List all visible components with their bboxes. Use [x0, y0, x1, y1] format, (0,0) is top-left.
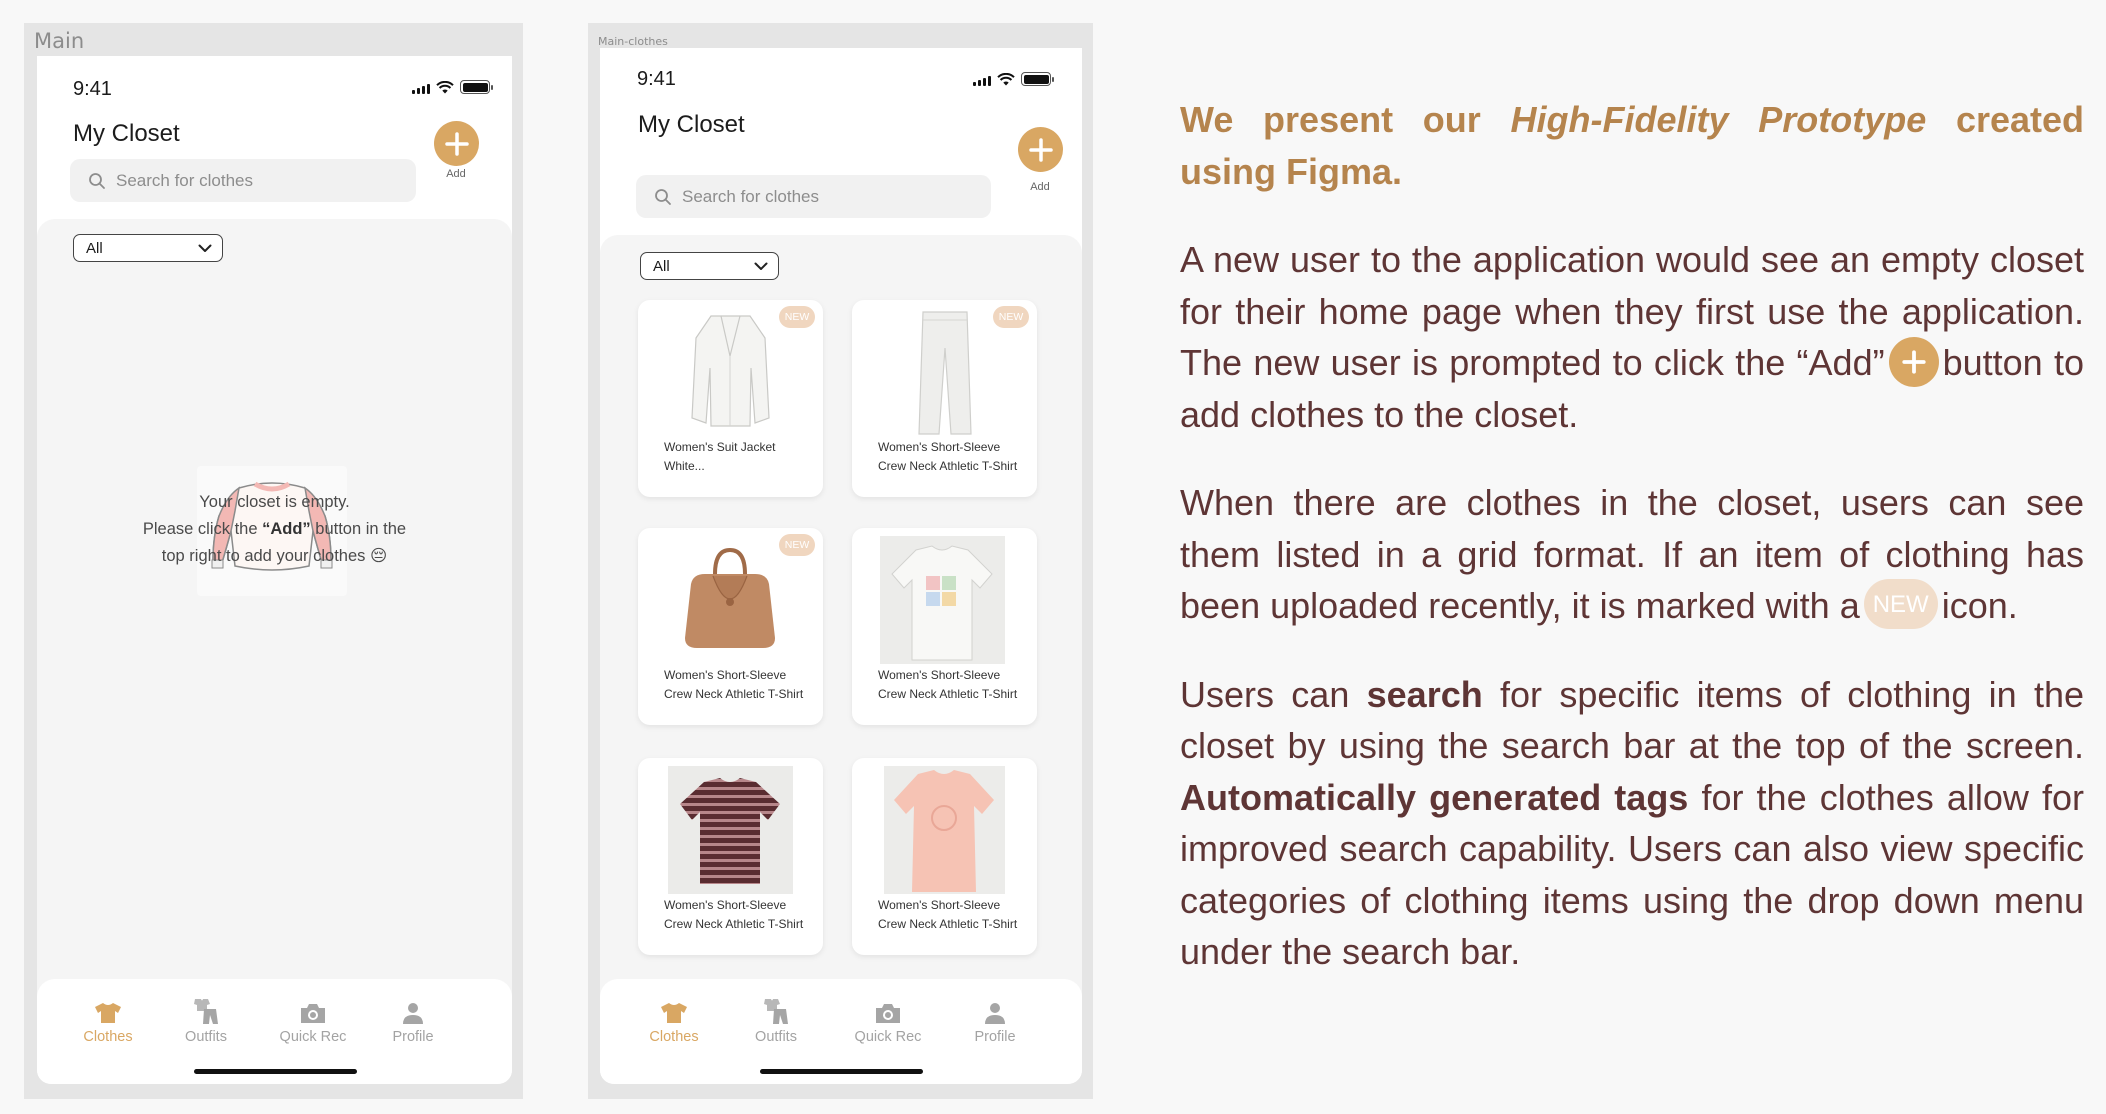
- card-label: Women's Suit Jacket White...: [664, 440, 776, 473]
- outfit-icon: [764, 999, 788, 1024]
- camera-icon: [301, 1004, 325, 1023]
- clothing-card[interactable]: Women's Short-Sleeve Crew Neck Athletic …: [638, 528, 823, 725]
- tan-handbag-image: [663, 536, 798, 664]
- chevron-down-icon: [754, 262, 768, 270]
- search-icon: [89, 172, 105, 189]
- wifi-icon: [436, 81, 454, 94]
- add-button[interactable]: [1018, 127, 1063, 172]
- add-button[interactable]: [434, 121, 479, 166]
- category-dropdown[interactable]: All: [640, 252, 779, 280]
- frame-label: Main: [34, 29, 85, 53]
- signal-icon: [973, 76, 991, 86]
- battery-icon: [1021, 72, 1054, 86]
- camera-icon: [876, 1004, 900, 1023]
- frame-main: Main 9:41 My Closet Add Search for cloth…: [24, 23, 523, 1099]
- search-input[interactable]: Search for clothes: [70, 159, 416, 202]
- tab-clothes[interactable]: Clothes: [63, 995, 153, 1045]
- tab-quick-rec[interactable]: Quick Rec: [843, 995, 933, 1045]
- person-icon: [403, 1003, 423, 1024]
- search-placeholder: Search for clothes: [116, 170, 254, 190]
- intro-paragraph: We present our High-Fidelity Prototype c…: [1180, 99, 2085, 192]
- search-input[interactable]: Search for clothes: [636, 175, 991, 218]
- white-blazer-image: [663, 308, 798, 436]
- clothing-card[interactable]: Women's Suit Jacket White... NEW: [638, 300, 823, 497]
- plus-icon: [444, 131, 469, 156]
- striped-tee-image: [668, 766, 793, 894]
- frame-main-clothes: Main-clothes 9:41 My Closet Add Search f…: [588, 23, 1093, 1099]
- clothing-card[interactable]: Women's Short-Sleeve Crew Neck Athletic …: [852, 300, 1037, 497]
- tab-bar: Clothes Outfits Quick Rec Profile: [600, 979, 1082, 1084]
- closet-content: All Women's Suit Jacket White... NEW Wom…: [600, 235, 1082, 1084]
- card-label: Women's Short-Sleeve Crew Neck Athletic …: [878, 898, 1018, 931]
- status-time: 9:41: [637, 68, 676, 90]
- clothing-card[interactable]: Women's Short-Sleeve Crew Neck Athletic …: [852, 528, 1037, 725]
- new-badge-icon: NEW: [1863, 579, 1938, 630]
- tab-outfits[interactable]: Outfits: [731, 995, 821, 1045]
- category-dropdown[interactable]: All: [73, 234, 223, 262]
- home-indicator: [760, 1069, 923, 1074]
- dropdown-value: All: [653, 257, 670, 275]
- signal-icon: [412, 84, 430, 94]
- white-trousers-image: [877, 308, 1012, 436]
- tab-profile[interactable]: Profile: [368, 995, 458, 1045]
- new-badge: NEW: [779, 534, 815, 556]
- shirt-icon: [95, 1003, 121, 1023]
- status-bar: 9:41: [37, 56, 512, 106]
- card-label: Women's Short-Sleeve Crew Neck Athletic …: [664, 898, 804, 931]
- plus-icon: [1888, 337, 1939, 388]
- description-panel: We present our High-Fidelity Prototype c…: [1180, 94, 2084, 1015]
- add-label: Add: [1030, 181, 1050, 193]
- page-title: My Closet: [638, 111, 745, 138]
- empty-line-3: top right to add your clothes 😔: [161, 547, 388, 565]
- card-label: Women's Short-Sleeve Crew Neck Athletic …: [878, 440, 1018, 473]
- add-label: Add: [446, 168, 466, 180]
- pink-tee-dress-image: [884, 766, 1005, 894]
- card-label: Women's Short-Sleeve Crew Neck Athletic …: [878, 668, 1018, 701]
- search-paragraph: Users can search for specific items of c…: [1180, 673, 2085, 973]
- printed-tee-image: [880, 536, 1005, 664]
- frame-label: Main-clothes: [598, 35, 668, 48]
- new-badge: NEW: [779, 306, 815, 328]
- chevron-down-icon: [198, 244, 212, 252]
- dropdown-value: All: [86, 239, 103, 257]
- closet-content: All Your closet is empty. Please click t…: [37, 219, 512, 1084]
- page-title: My Closet: [73, 120, 180, 147]
- status-bar: 9:41: [600, 48, 1082, 98]
- empty-state-message: Your closet is empty. Please click the “…: [97, 489, 452, 570]
- wifi-icon: [997, 73, 1015, 86]
- plus-icon: [1028, 137, 1053, 162]
- clothing-card[interactable]: Women's Short-Sleeve Crew Neck Athletic …: [638, 758, 823, 955]
- battery-icon: [460, 80, 493, 94]
- shirt-icon: [661, 1003, 687, 1023]
- card-label: Women's Short-Sleeve Crew Neck Athletic …: [664, 668, 804, 701]
- empty-line-2: Please click the “Add” button in the: [142, 520, 407, 538]
- tab-clothes[interactable]: Clothes: [629, 995, 719, 1045]
- grid-paragraph: When there are clothes in the closet, us…: [1180, 477, 2084, 632]
- empty-closet-paragraph: A new user to the application would see …: [1180, 239, 2084, 435]
- tab-profile[interactable]: Profile: [950, 995, 1040, 1045]
- empty-line-1: Your closet is empty.: [199, 493, 350, 511]
- person-icon: [985, 1003, 1005, 1024]
- tab-quick-rec[interactable]: Quick Rec: [268, 995, 358, 1045]
- tab-outfits[interactable]: Outfits: [161, 995, 251, 1045]
- phone-screen-empty: 9:41 My Closet Add Search for clothes Al…: [37, 56, 512, 1084]
- status-time: 9:41: [73, 78, 112, 100]
- tab-bar: Clothes Outfits Quick Rec Profile: [37, 979, 512, 1084]
- phone-screen-grid: 9:41 My Closet Add Search for clothes Al…: [600, 48, 1082, 1084]
- home-indicator: [193, 1069, 357, 1074]
- search-placeholder: Search for clothes: [682, 186, 820, 206]
- outfit-icon: [194, 999, 218, 1024]
- search-icon: [655, 188, 671, 205]
- clothing-card[interactable]: Women's Short-Sleeve Crew Neck Athletic …: [852, 758, 1037, 955]
- new-badge: NEW: [993, 306, 1029, 328]
